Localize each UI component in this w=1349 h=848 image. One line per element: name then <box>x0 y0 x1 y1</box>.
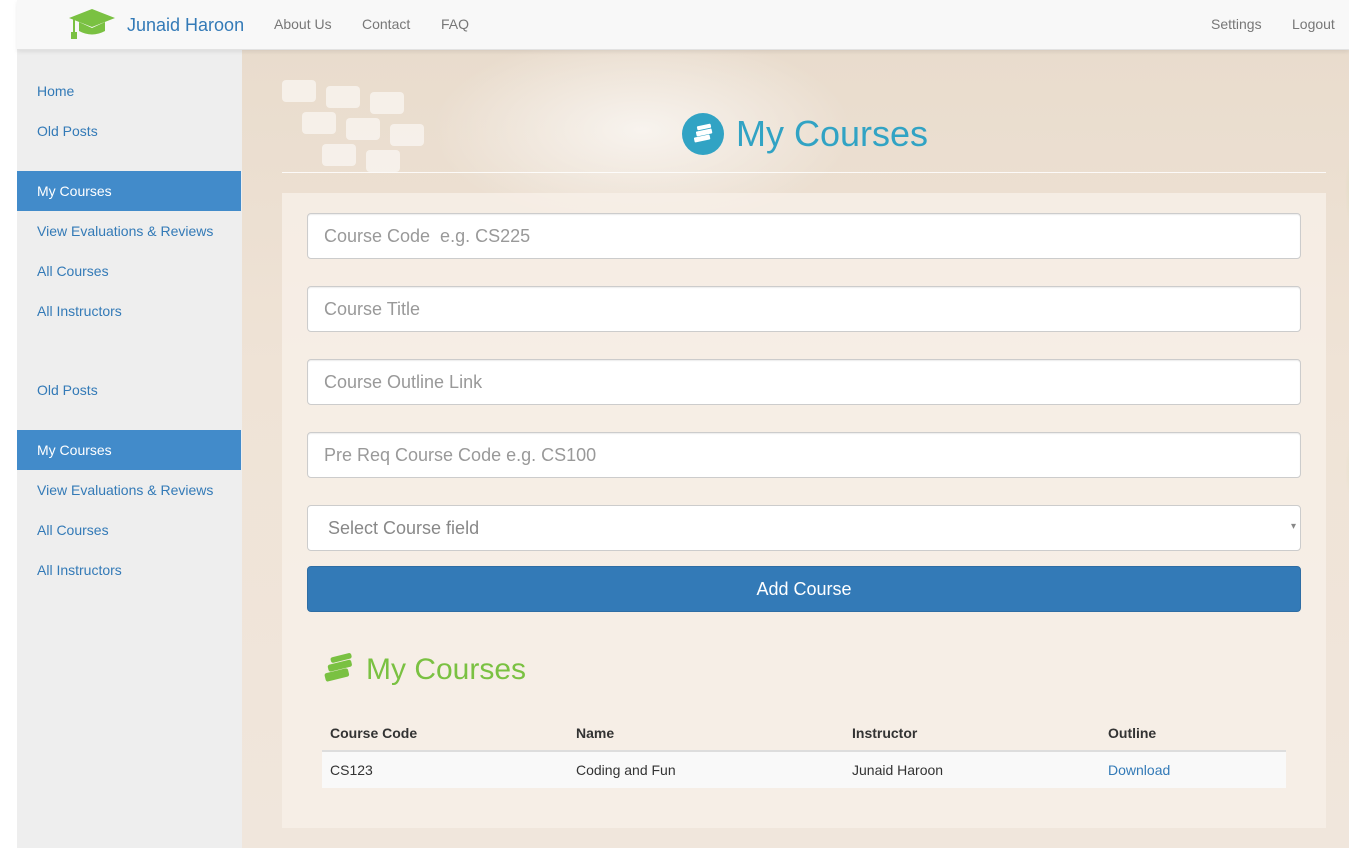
sidebar-item-all-instructors[interactable]: All Instructors <box>17 291 241 331</box>
course-code-input[interactable] <box>307 213 1301 259</box>
course-field-select[interactable]: Select Course field ▾ <box>307 505 1301 551</box>
page-title: My Courses <box>682 113 928 155</box>
cell-instructor: Junaid Haroon <box>844 751 1100 788</box>
my-courses-section-title: My Courses <box>322 651 526 688</box>
page-header: My Courses <box>282 95 1326 173</box>
page-title-text: My Courses <box>736 113 929 154</box>
sidebar-item-all-instructors[interactable]: All Instructors <box>17 550 241 590</box>
table-row: CS123 Coding and Fun Junaid Haroon Downl… <box>322 751 1286 788</box>
nav-settings[interactable]: Settings <box>1211 16 1262 32</box>
sidebar: Home Old Posts My Courses View Evaluatio… <box>17 50 242 848</box>
sidebar-item-old-posts[interactable]: Old Posts <box>17 111 241 151</box>
nav-logout[interactable]: Logout <box>1292 16 1335 32</box>
sidebar-item-evaluations[interactable]: View Evaluations & Reviews <box>17 211 241 251</box>
sidebar-item-home[interactable]: Home <box>17 71 241 111</box>
nav-contact[interactable]: Contact <box>362 16 410 32</box>
sidebar-item-evaluations[interactable]: View Evaluations & Reviews <box>17 470 241 510</box>
download-outline-link[interactable]: Download <box>1108 762 1170 778</box>
top-navbar: Junaid Haroon About Us Contact FAQ Setti… <box>17 0 1349 50</box>
course-form-panel: Select Course field ▾ Add Course My Cour… <box>282 193 1326 828</box>
cell-course-name: Coding and Fun <box>568 751 844 788</box>
graduation-cap-icon <box>67 7 117 44</box>
sidebar-item-my-courses[interactable]: My Courses <box>17 171 241 211</box>
column-header-outline: Outline <box>1100 713 1286 752</box>
column-header-name: Name <box>568 713 844 752</box>
nav-about-us[interactable]: About Us <box>274 16 332 32</box>
table-header-row: Course Code Name Instructor Outline <box>322 713 1286 752</box>
my-courses-heading: My Courses <box>366 652 527 686</box>
column-header-instructor: Instructor <box>844 713 1100 752</box>
course-title-input[interactable] <box>307 286 1301 332</box>
courses-table: Course Code Name Instructor Outline CS12… <box>322 713 1286 788</box>
course-outline-link-input[interactable] <box>307 359 1301 405</box>
books-icon <box>682 113 724 155</box>
sidebar-item-my-courses[interactable]: My Courses <box>17 430 241 470</box>
caret-down-icon: ▾ <box>1290 521 1296 532</box>
brand-name: Junaid Haroon <box>127 14 245 35</box>
books-icon <box>322 651 356 688</box>
add-course-button[interactable]: Add Course <box>307 566 1301 612</box>
nav-faq[interactable]: FAQ <box>441 16 469 32</box>
sidebar-item-old-posts[interactable]: Old Posts <box>17 370 241 410</box>
sidebar-item-all-courses[interactable]: All Courses <box>17 510 241 550</box>
cell-course-code: CS123 <box>322 751 568 788</box>
sidebar-item-all-courses[interactable]: All Courses <box>17 251 241 291</box>
prereq-course-code-input[interactable] <box>307 432 1301 478</box>
column-header-course-code: Course Code <box>322 713 568 752</box>
brand[interactable]: Junaid Haroon <box>67 8 244 42</box>
course-field-select-value: Select Course field <box>328 518 480 538</box>
